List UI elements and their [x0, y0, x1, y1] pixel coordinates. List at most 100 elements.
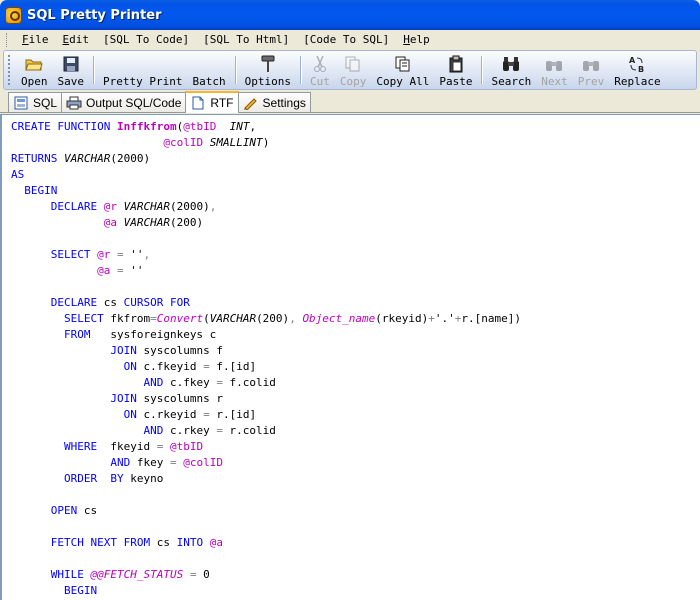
replace-button[interactable]: AB Replace [609, 51, 665, 89]
tab-sql[interactable]: SQL [8, 92, 63, 112]
code-line: CREATE FUNCTION Inffkfrom(@tbID INT, [11, 119, 700, 135]
code-line: SELECT @r = '', [11, 247, 700, 263]
pencil-icon [243, 96, 259, 110]
code-token: '' [130, 248, 144, 261]
code-token: fkeyid [110, 440, 157, 453]
options-button[interactable]: Options [240, 51, 296, 89]
code-token: AND [143, 424, 170, 437]
code-line: WHILE @@FETCH_STATUS = 0 [11, 567, 700, 583]
menu-sql-to-code[interactable]: [SQL To Code] [96, 33, 196, 46]
code-token: r.colid [222, 424, 276, 437]
code-token: 0 [203, 568, 210, 581]
code-token: = [110, 264, 131, 277]
code-token: cs [103, 296, 124, 309]
hammer-icon [260, 54, 276, 73]
menu-edit[interactable]: Edit [56, 33, 97, 46]
code-line: @a = '' [11, 263, 700, 279]
code-token: SELECT [50, 248, 98, 261]
tab-strip: SQL Output SQL/Code RTF Settings [0, 90, 700, 113]
open-button[interactable]: Open [16, 51, 53, 89]
code-line: ON c.fkeyid = f.[id] [11, 359, 700, 375]
pretty-print-button[interactable]: Pretty Print [98, 51, 187, 89]
floppy-disk-icon [63, 54, 79, 73]
code-token: '.' [434, 312, 455, 325]
code-token: fkfrom [110, 312, 151, 325]
code-token: CREATE FUNCTION [11, 120, 117, 133]
paste-button[interactable]: Paste [434, 51, 477, 89]
menu-bar: File Edit [SQL To Code] [SQL To Html] [C… [0, 30, 700, 49]
code-token: f.colid [222, 376, 276, 389]
code-token: (rkeyid) [375, 312, 429, 325]
svg-text:A: A [629, 56, 636, 65]
code-token: ON [123, 408, 144, 421]
menu-help[interactable]: Help [396, 33, 437, 46]
code-line: BEGIN [11, 183, 700, 199]
find-next-icon [545, 54, 563, 73]
copy-all-button[interactable]: Copy All [371, 51, 434, 89]
search-button[interactable]: Search [486, 51, 536, 89]
toolbar-separator [93, 56, 94, 84]
menu-sql-to-html[interactable]: [SQL To Html] [196, 33, 296, 46]
code-line: BEGIN [11, 583, 700, 599]
code-token: (2000) [169, 200, 210, 213]
code-token: syscolumns r [143, 392, 223, 405]
rtf-editor[interactable]: CREATE FUNCTION Inffkfrom(@tbID INT, @co… [0, 114, 700, 600]
code-token: c.fkey [169, 376, 217, 389]
code-line: OPEN cs [11, 503, 700, 519]
code-token: c.fkeyid [143, 360, 204, 373]
code-token: Convert [156, 312, 204, 325]
code-token: BEGIN [63, 584, 98, 597]
code-token: ) [262, 136, 270, 149]
code-token: = [216, 424, 223, 437]
find-previous-icon [582, 54, 600, 73]
code-token: Object_name [302, 312, 376, 325]
toolbar-grip[interactable] [8, 55, 12, 85]
tab-rtf[interactable]: RTF [185, 91, 239, 113]
code-token: SELECT [63, 312, 111, 325]
save-button[interactable]: Save [53, 51, 90, 89]
code-token: = [110, 248, 131, 261]
code-token: syscolumns f [143, 344, 223, 357]
sql-tab-icon [13, 96, 29, 110]
code-token: ON [123, 360, 144, 373]
tab-settings[interactable]: Settings [237, 92, 311, 112]
code-token: = [169, 456, 177, 469]
folder-open-icon [25, 54, 43, 73]
tab-output-sql-code[interactable]: Output SQL/Code [61, 92, 187, 112]
code-token: keyno [130, 472, 164, 485]
code-token: INTO [176, 536, 210, 549]
code-line: ON c.rkeyid = r.[id] [11, 407, 700, 423]
menu-code-to-sql[interactable]: [Code To SQL] [296, 33, 396, 46]
code-token: @a [209, 536, 223, 549]
code-token: = [150, 312, 157, 325]
prev-button[interactable]: Prev [573, 51, 610, 89]
next-button[interactable]: Next [536, 51, 573, 89]
menu-file[interactable]: File [15, 33, 56, 46]
code-token: = [216, 376, 223, 389]
code-token: cs [156, 536, 177, 549]
copy-button[interactable]: Copy [335, 51, 372, 89]
code-token: , [143, 248, 151, 261]
code-token: @r [97, 248, 111, 261]
batch-button[interactable]: Batch [187, 51, 230, 89]
code-view[interactable]: CREATE FUNCTION Inffkfrom(@tbID INT, @co… [2, 115, 700, 599]
code-token: WHERE [63, 440, 111, 453]
cut-button[interactable]: Cut [305, 51, 335, 89]
code-line: ORDER BY keyno [11, 471, 700, 487]
document-icon [190, 96, 206, 110]
code-token: DECLARE [50, 296, 104, 309]
code-token: @colID [163, 136, 204, 149]
